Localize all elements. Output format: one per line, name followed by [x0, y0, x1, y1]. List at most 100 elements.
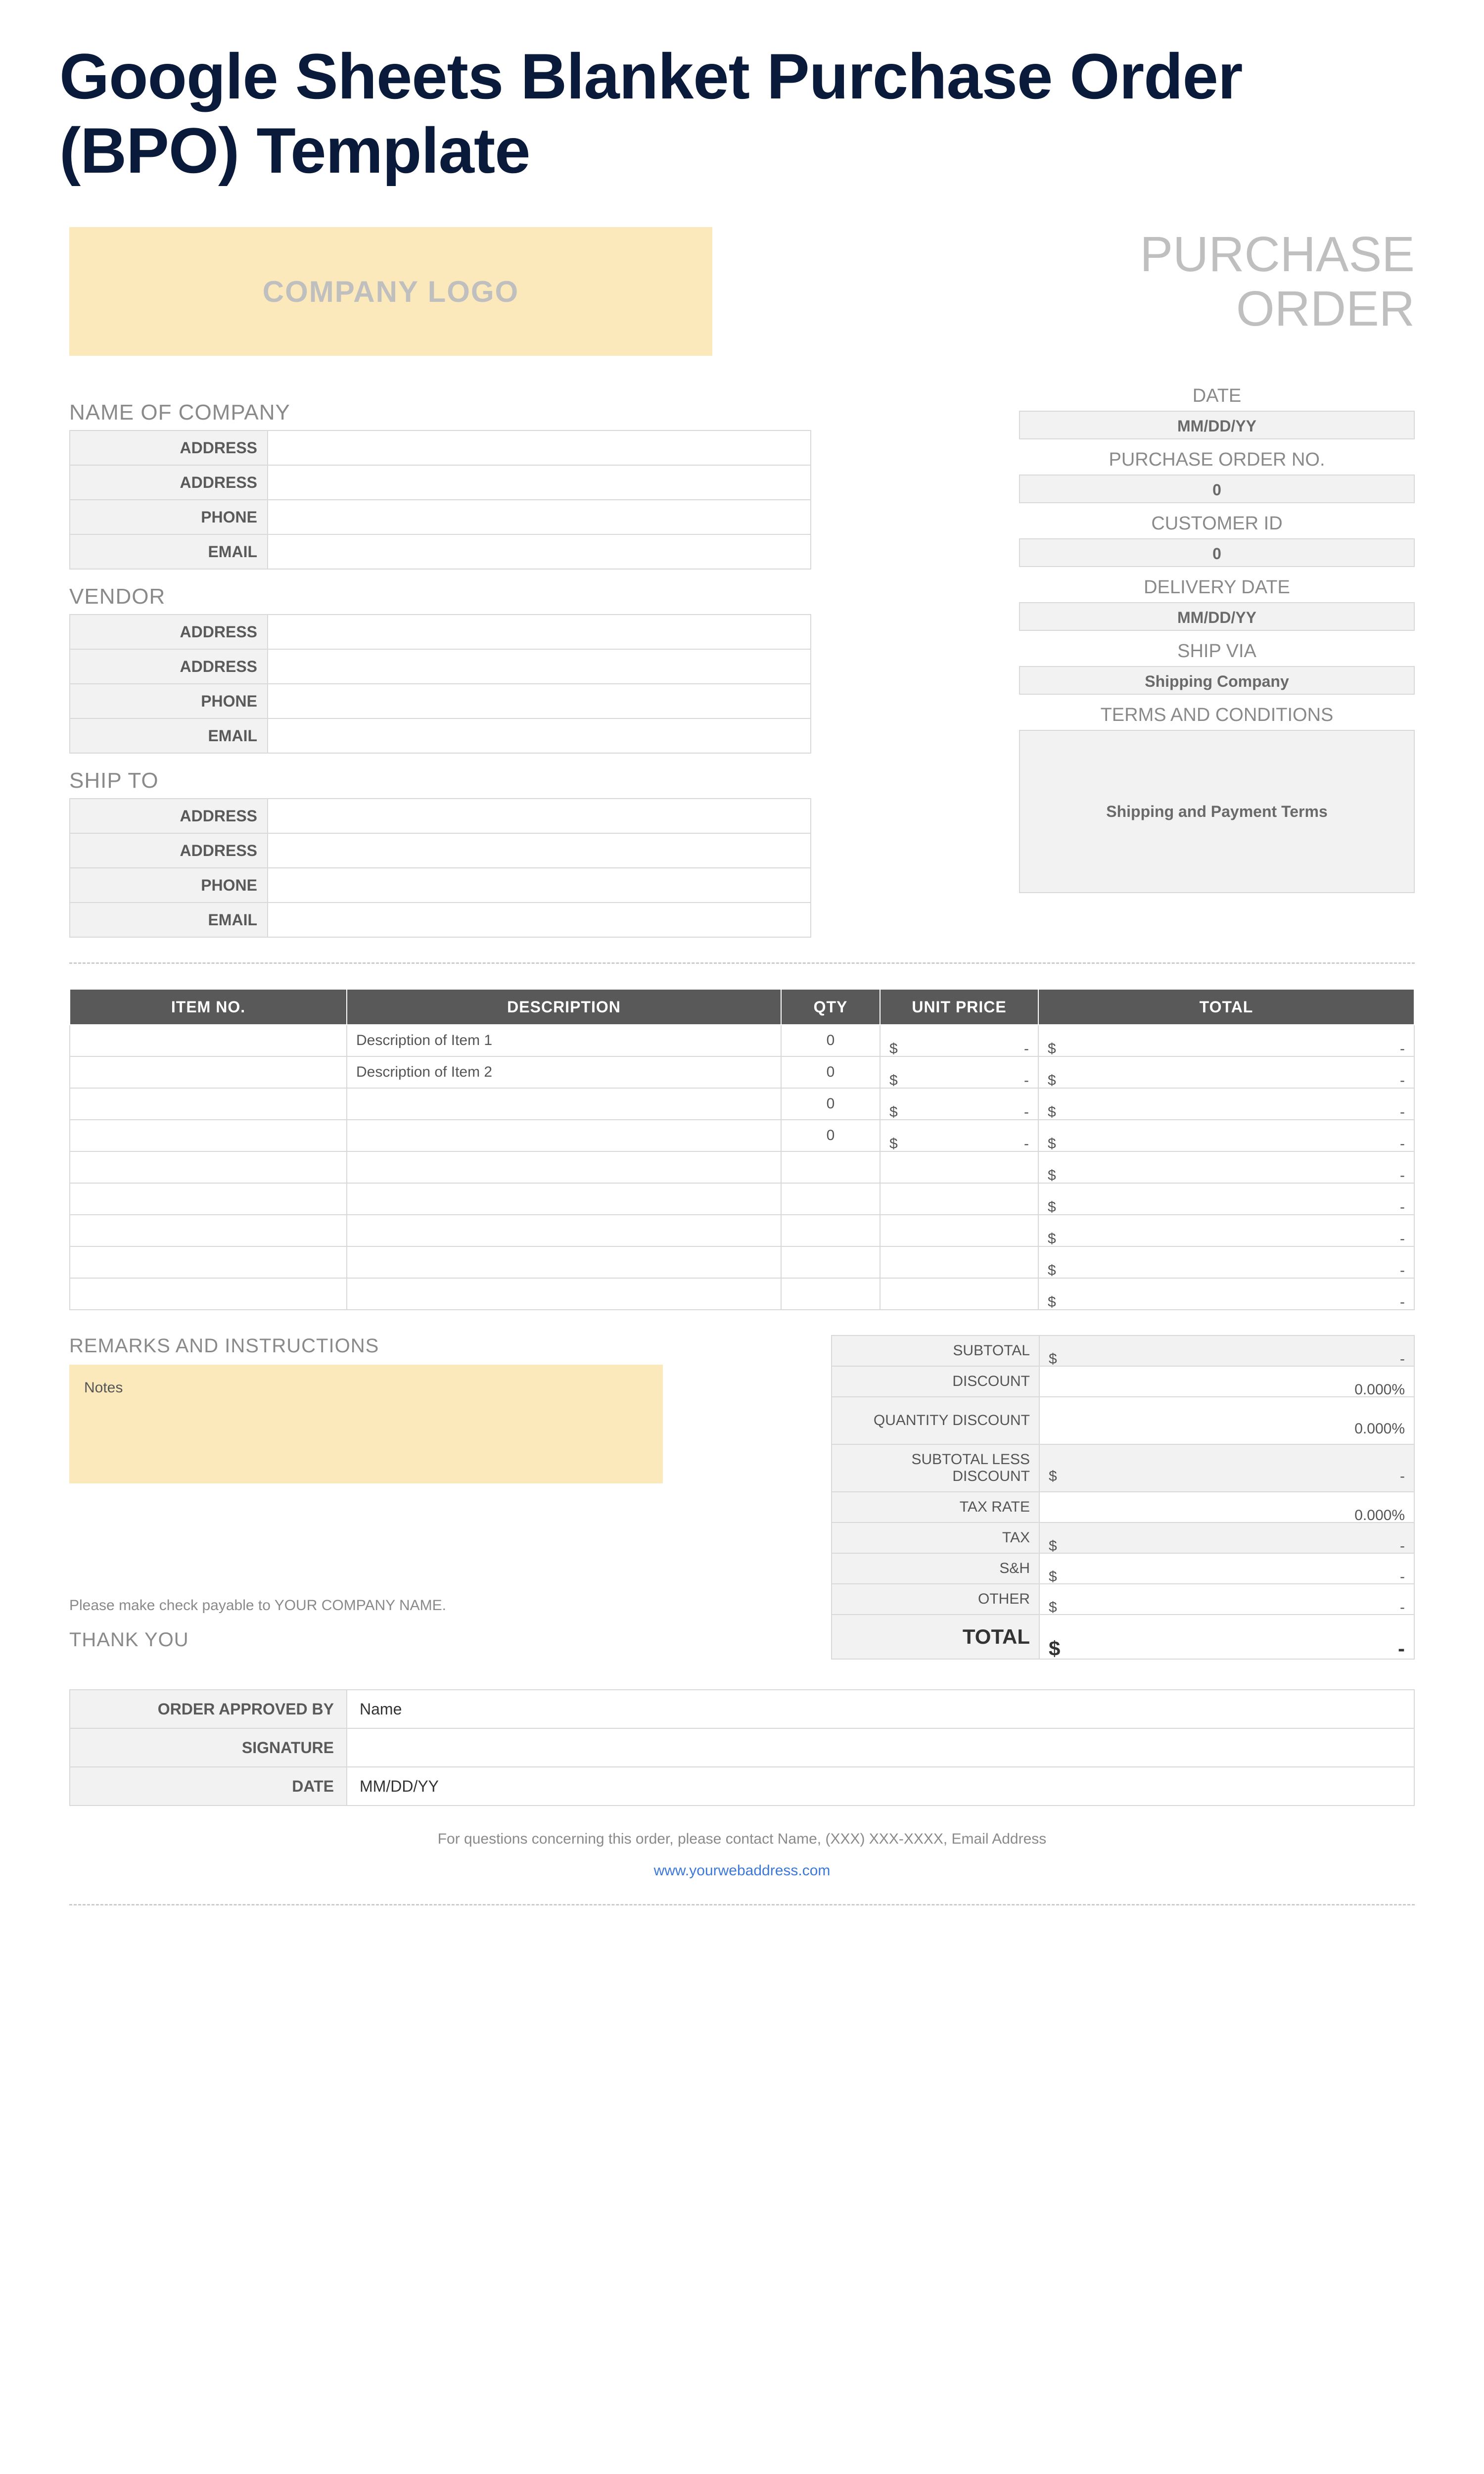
shipto-label: EMAIL: [70, 903, 268, 937]
shipto-value[interactable]: [268, 799, 811, 833]
company-value[interactable]: [268, 430, 811, 465]
item-no-cell[interactable]: [70, 1183, 347, 1215]
item-no-cell[interactable]: [70, 1246, 347, 1278]
totals-value[interactable]: $-: [1039, 1584, 1414, 1615]
page: Google Sheets Blanket Purchase Order (BP…: [0, 0, 1484, 1999]
item-row: $-: [70, 1246, 1414, 1278]
item-qty-cell[interactable]: 0: [781, 1025, 880, 1056]
totals-value[interactable]: $-: [1039, 1522, 1414, 1553]
table-row: PHONE: [70, 684, 811, 718]
company-value[interactable]: [268, 465, 811, 500]
company-label: ADDRESS: [70, 465, 268, 500]
item-unit-price-cell[interactable]: [880, 1183, 1038, 1215]
item-description-cell[interactable]: [347, 1088, 781, 1120]
vendor-value[interactable]: [268, 649, 811, 684]
totals-value[interactable]: 0.000%: [1039, 1492, 1414, 1522]
vendor-value[interactable]: [268, 615, 811, 649]
item-qty-cell[interactable]: [781, 1215, 880, 1246]
item-description-cell[interactable]: [347, 1278, 781, 1310]
item-description-cell[interactable]: [347, 1120, 781, 1151]
meta-date-value[interactable]: MM/DD/YY: [1019, 411, 1415, 439]
item-unit-price-cell[interactable]: [880, 1246, 1038, 1278]
approval-table: ORDER APPROVED BYNameSIGNATUREDATEMM/DD/…: [69, 1689, 1415, 1806]
meta-date-label: DATE: [1019, 385, 1415, 407]
totals-value[interactable]: 0.000%: [1039, 1397, 1414, 1444]
item-total-cell[interactable]: $-: [1038, 1246, 1414, 1278]
item-qty-cell[interactable]: [781, 1151, 880, 1183]
totals-value[interactable]: 0.000%: [1039, 1366, 1414, 1397]
grand-total-row: TOTAL$-: [832, 1615, 1414, 1659]
item-no-cell[interactable]: [70, 1056, 347, 1088]
shipto-label: ADDRESS: [70, 799, 268, 833]
item-qty-cell[interactable]: 0: [781, 1056, 880, 1088]
footer-link[interactable]: www.yourwebaddress.com: [69, 1862, 1415, 1879]
item-row: $-: [70, 1215, 1414, 1246]
item-total-cell[interactable]: $-: [1038, 1056, 1414, 1088]
item-unit-price-cell[interactable]: [880, 1215, 1038, 1246]
item-description-cell[interactable]: Description of Item 1: [347, 1025, 781, 1056]
item-description-cell[interactable]: [347, 1215, 781, 1246]
item-no-cell[interactable]: [70, 1025, 347, 1056]
table-row: EMAIL: [70, 903, 811, 937]
grand-total-label: TOTAL: [832, 1615, 1039, 1659]
item-unit-price-cell[interactable]: $-: [880, 1025, 1038, 1056]
vendor-value[interactable]: [268, 718, 811, 753]
approval-label: ORDER APPROVED BY: [70, 1690, 347, 1728]
item-total-cell[interactable]: $-: [1038, 1120, 1414, 1151]
item-description-cell[interactable]: [347, 1183, 781, 1215]
company-label: ADDRESS: [70, 430, 268, 465]
col-total: TOTAL: [1038, 989, 1414, 1025]
approval-value[interactable]: [347, 1728, 1414, 1767]
items-header-row: ITEM NO. DESCRIPTION QTY UNIT PRICE TOTA…: [70, 989, 1414, 1025]
vendor-label: EMAIL: [70, 718, 268, 753]
item-total-cell[interactable]: $-: [1038, 1025, 1414, 1056]
meta-delivery-date-value[interactable]: MM/DD/YY: [1019, 602, 1415, 631]
meta-ship-via-value[interactable]: Shipping Company: [1019, 666, 1415, 695]
shipto-table: ADDRESSADDRESSPHONEEMAIL: [69, 798, 811, 938]
item-description-cell[interactable]: Description of Item 2: [347, 1056, 781, 1088]
meta-po-no-label: PURCHASE ORDER NO.: [1019, 449, 1415, 471]
item-no-cell[interactable]: [70, 1151, 347, 1183]
item-qty-cell[interactable]: [781, 1278, 880, 1310]
meta-po-no-value[interactable]: 0: [1019, 475, 1415, 503]
item-qty-cell[interactable]: 0: [781, 1088, 880, 1120]
company-value[interactable]: [268, 534, 811, 569]
item-no-cell[interactable]: [70, 1120, 347, 1151]
col-unit-price: UNIT PRICE: [880, 989, 1038, 1025]
item-total-cell[interactable]: $-: [1038, 1183, 1414, 1215]
notes-box[interactable]: Notes: [69, 1365, 663, 1483]
totals-label: QUANTITY DISCOUNT: [832, 1397, 1039, 1444]
totals-value[interactable]: $-: [1039, 1444, 1414, 1492]
item-unit-price-cell[interactable]: $-: [880, 1120, 1038, 1151]
totals-value[interactable]: $-: [1039, 1335, 1414, 1366]
item-row: $-: [70, 1278, 1414, 1310]
item-unit-price-cell[interactable]: $-: [880, 1056, 1038, 1088]
item-qty-cell[interactable]: 0: [781, 1120, 880, 1151]
shipto-value[interactable]: [268, 903, 811, 937]
meta-customer-id-value[interactable]: 0: [1019, 538, 1415, 567]
item-unit-price-cell[interactable]: [880, 1278, 1038, 1310]
item-no-cell[interactable]: [70, 1278, 347, 1310]
shipto-value[interactable]: [268, 833, 811, 868]
item-description-cell[interactable]: [347, 1246, 781, 1278]
totals-table: SUBTOTAL$-DISCOUNT0.000%QUANTITY DISCOUN…: [831, 1335, 1415, 1660]
vendor-value[interactable]: [268, 684, 811, 718]
shipto-value[interactable]: [268, 868, 811, 903]
meta-terms-value[interactable]: Shipping and Payment Terms: [1019, 730, 1415, 893]
totals-label: DISCOUNT: [832, 1366, 1039, 1397]
item-total-cell[interactable]: $-: [1038, 1278, 1414, 1310]
item-total-cell[interactable]: $-: [1038, 1215, 1414, 1246]
item-qty-cell[interactable]: [781, 1246, 880, 1278]
company-value[interactable]: [268, 500, 811, 534]
item-qty-cell[interactable]: [781, 1183, 880, 1215]
item-total-cell[interactable]: $-: [1038, 1151, 1414, 1183]
item-unit-price-cell[interactable]: [880, 1151, 1038, 1183]
item-no-cell[interactable]: [70, 1088, 347, 1120]
totals-value[interactable]: $-: [1039, 1553, 1414, 1584]
approval-value[interactable]: Name: [347, 1690, 1414, 1728]
item-unit-price-cell[interactable]: $-: [880, 1088, 1038, 1120]
item-no-cell[interactable]: [70, 1215, 347, 1246]
item-description-cell[interactable]: [347, 1151, 781, 1183]
item-total-cell[interactable]: $-: [1038, 1088, 1414, 1120]
approval-value[interactable]: MM/DD/YY: [347, 1767, 1414, 1806]
